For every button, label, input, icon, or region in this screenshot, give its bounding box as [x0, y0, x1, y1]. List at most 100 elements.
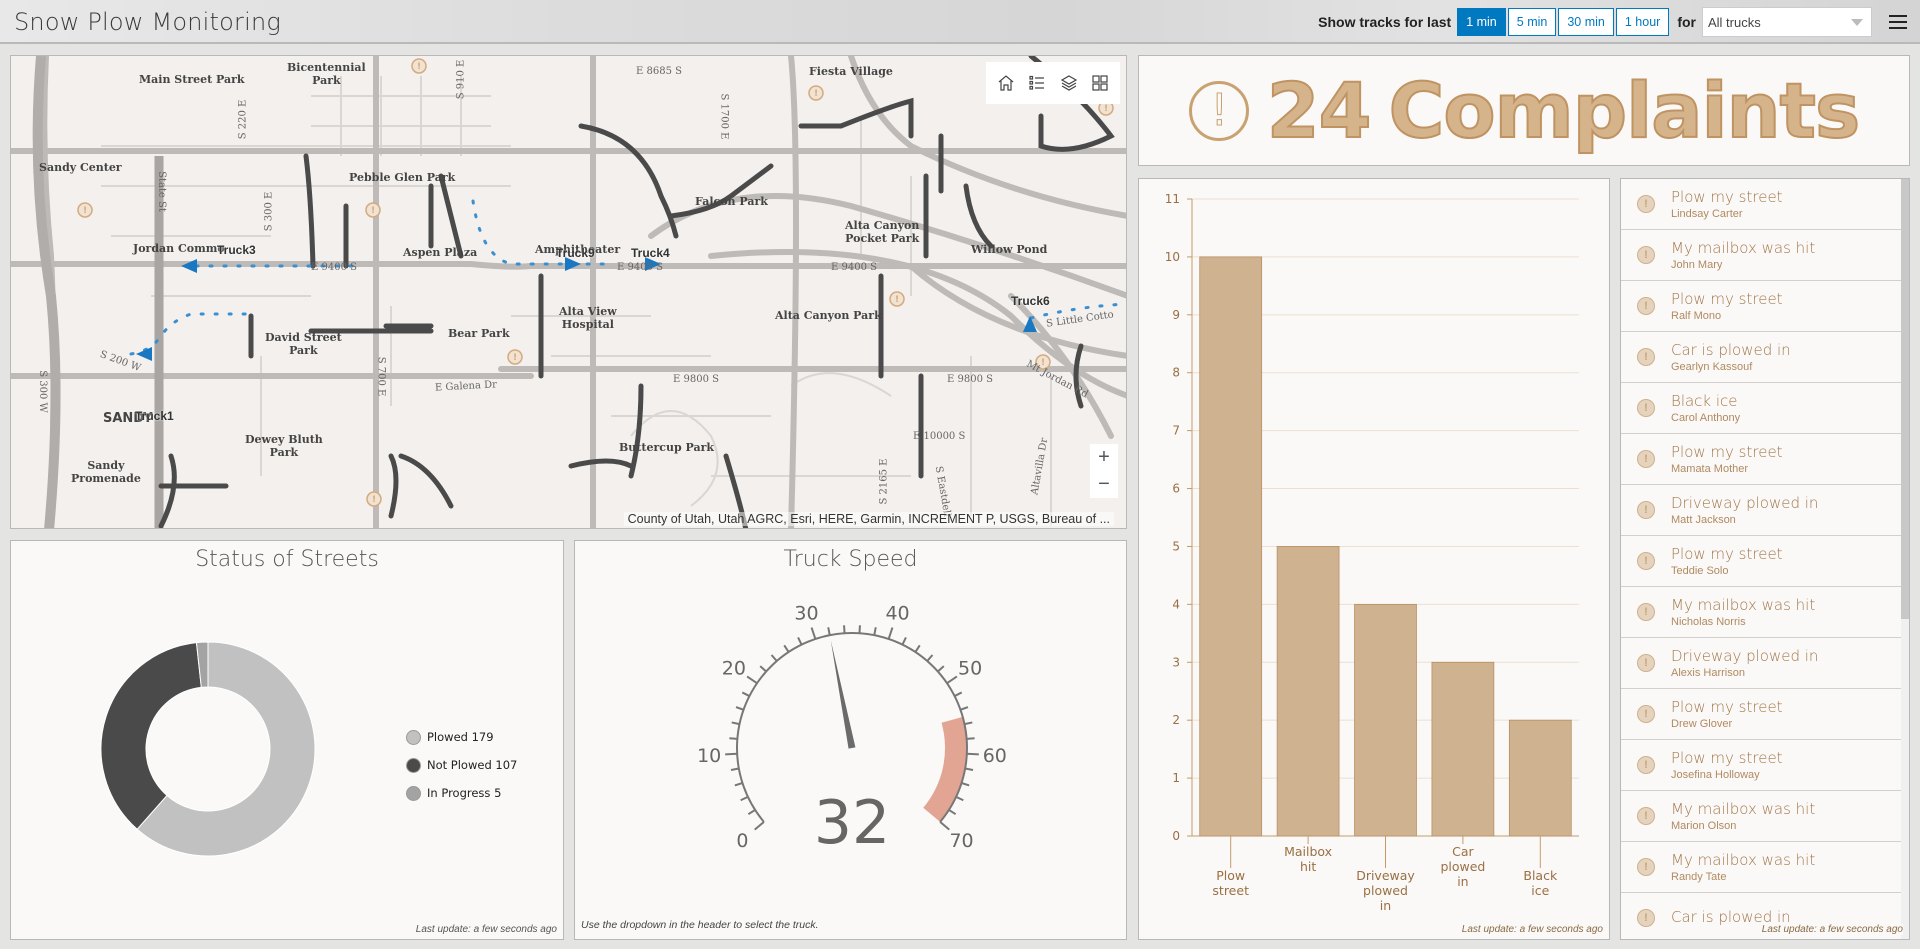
map-basemap: !!! !!! !!!	[11, 56, 1126, 528]
warning-circle-icon: !	[1637, 807, 1655, 825]
bar[interactable]	[1199, 256, 1263, 837]
time-1hour-button[interactable]: 1 hour	[1615, 8, 1670, 36]
gauge-minor-tick	[901, 637, 907, 646]
app-title: Snow Plow Monitoring	[14, 8, 281, 36]
road-label: S 700 E	[375, 356, 387, 397]
zoom-out-button[interactable]: −	[1090, 471, 1118, 498]
place-label: Aspen Plaza	[403, 246, 478, 259]
gauge-major-tick	[746, 675, 758, 685]
gauge-tick-label: 70	[949, 830, 973, 852]
place-label: Sandy Center	[39, 161, 122, 174]
zoom-in-button[interactable]: +	[1090, 444, 1118, 471]
complaint-list-item[interactable]: ! Black ice Carol Anthony	[1621, 383, 1903, 434]
time-30min-button[interactable]: 30 min	[1558, 8, 1614, 36]
legend-list-icon[interactable]	[1025, 71, 1049, 95]
gauge-minor-tick	[759, 665, 767, 673]
warning-circle-icon: !	[1637, 552, 1655, 570]
complaint-reporter: Matt Jackson	[1671, 514, 1736, 526]
complaint-text: Plow my street Lindsay Carter	[1671, 188, 1783, 220]
complaint-title: My mailbox was hit	[1671, 851, 1816, 869]
gauge-tick-label: 20	[722, 657, 746, 679]
complaint-list-item[interactable]: ! Plow my street Teddie Solo	[1621, 536, 1903, 587]
complaint-list-item[interactable]: ! My mailbox was hit John Mary	[1621, 230, 1903, 281]
gauge-tick-label: 0	[736, 830, 748, 852]
bar[interactable]	[1276, 546, 1340, 837]
legend-value: 179	[471, 730, 494, 744]
place-label: Jordan Commo	[133, 242, 225, 255]
complaint-list-item[interactable]: ! Driveway plowed in Matt Jackson	[1621, 485, 1903, 536]
gauge-minor-tick	[729, 737, 738, 740]
complaint-title: Driveway plowed in	[1671, 494, 1819, 512]
y-tick-label: 2	[1172, 713, 1180, 727]
svg-text:!: !	[895, 295, 899, 305]
place-label: David Street Park	[265, 331, 342, 357]
complaint-text: Plow my street Josefina Holloway	[1671, 749, 1783, 781]
truck-label[interactable]: Truck4	[631, 246, 670, 260]
complaint-list-item[interactable]: ! Driveway plowed in Alexis Harrison	[1621, 638, 1903, 689]
truck-label[interactable]: Truck3	[217, 243, 256, 257]
gauge-minor-tick	[961, 782, 970, 787]
bar[interactable]	[1431, 661, 1495, 837]
complaint-list-item[interactable]: ! Plow my street Lindsay Carter	[1621, 179, 1903, 230]
hamburger-menu-icon[interactable]	[1880, 7, 1916, 37]
home-icon[interactable]	[994, 71, 1018, 95]
map-attribution[interactable]: County of Utah, Utah AGRC, Esri, HERE, G…	[623, 512, 1114, 526]
legend-item[interactable]: Not Plowed 107	[406, 751, 517, 779]
complaint-list-item[interactable]: ! Car is plowed in Gearlyn Kassouf	[1621, 332, 1903, 383]
time-1min-button[interactable]: 1 min	[1457, 8, 1506, 36]
gauge-minor-tick	[730, 767, 740, 771]
bar[interactable]	[1508, 719, 1572, 837]
gauge-minor-tick	[797, 637, 803, 646]
app-header: Snow Plow Monitoring Show tracks for las…	[0, 0, 1920, 44]
complaint-text: My mailbox was hit Nicholas Norris	[1671, 596, 1815, 628]
legend-swatch	[406, 757, 421, 773]
complaint-list-item[interactable]: ! My mailbox was hit Marion Olson	[1621, 791, 1903, 842]
complaints-bar-chart-panel: 0 1 2 3 4 5 6 7 8 9 10 11 Plow street Mailbox hit Drivew…	[1138, 178, 1610, 940]
legend-item[interactable]: Plowed 179	[406, 723, 517, 751]
svg-text:!: !	[513, 353, 517, 363]
complaint-reporter: Drew Glover	[1671, 718, 1733, 730]
complaint-list-item[interactable]: ! Plow my street Drew Glover	[1621, 689, 1903, 740]
complaint-reporter: Marion Olson	[1671, 820, 1737, 832]
basemap-gallery-icon[interactable]	[1088, 71, 1112, 95]
y-tick-label: 10	[1165, 250, 1180, 264]
complaint-title: Plow my street	[1671, 188, 1783, 206]
road-label: S 1700 E	[718, 93, 730, 140]
complaint-list-item[interactable]: ! My mailbox was hit Randy Tate	[1621, 842, 1903, 893]
gauge-minor-tick	[955, 795, 964, 802]
last-update-text: Last update: a few seconds ago	[1461, 924, 1603, 935]
layers-icon[interactable]	[1057, 71, 1081, 95]
time-5min-button[interactable]: 5 min	[1507, 8, 1557, 36]
donut-slice[interactable]	[100, 642, 202, 830]
truck-label[interactable]: Truck6	[1011, 294, 1050, 308]
complaints-label: Complaints	[1388, 65, 1862, 156]
complaint-text: Black ice Carol Anthony	[1671, 392, 1740, 424]
truck-select-value: All trucks	[1708, 14, 1761, 30]
place-label: Alta View Hospital	[559, 305, 617, 331]
complaint-text: My mailbox was hit John Mary	[1671, 239, 1815, 271]
scrollbar-thumb[interactable]	[1901, 179, 1909, 619]
complaints-bar-chart: 0 1 2 3 4 5 6 7 8 9 10 11 Plow street Mailbox hit Drivew…	[1165, 192, 1579, 913]
truck-select[interactable]: All trucks	[1702, 7, 1872, 37]
truck-label[interactable]: Truck1	[135, 409, 174, 423]
for-label: for	[1677, 14, 1696, 30]
warning-circle-icon: !	[1637, 705, 1655, 723]
bar[interactable]	[1354, 603, 1417, 837]
complaint-list-item[interactable]: ! Plow my street Ralf Mono	[1621, 281, 1903, 332]
map-view[interactable]: !!! !!! !!! Main Street Park Bicentennia…	[10, 55, 1127, 529]
y-tick-label: 3	[1172, 655, 1180, 669]
truck-label[interactable]: Truck9	[556, 246, 595, 260]
complaint-title: Plow my street	[1671, 545, 1783, 563]
list-scrollbar[interactable]	[1901, 179, 1909, 939]
gauge-minor-tick	[731, 721, 740, 726]
complaint-reporter: Nicholas Norris	[1671, 616, 1746, 628]
complaint-list-item[interactable]: ! My mailbox was hit Nicholas Norris	[1621, 587, 1903, 638]
legend-label: In Progress	[427, 786, 491, 800]
complaint-text: My mailbox was hit Marion Olson	[1671, 800, 1815, 832]
complaint-list-item[interactable]: ! Plow my street Mamata Mother	[1621, 434, 1903, 485]
complaint-title: Plow my street	[1671, 443, 1783, 461]
complaint-title: Car is plowed in	[1671, 341, 1791, 359]
complaint-text: Car is plowed in Gearlyn Kassouf	[1671, 341, 1791, 373]
complaint-list-item[interactable]: ! Plow my street Josefina Holloway	[1621, 740, 1903, 791]
legend-item[interactable]: In Progress 5	[406, 779, 517, 807]
